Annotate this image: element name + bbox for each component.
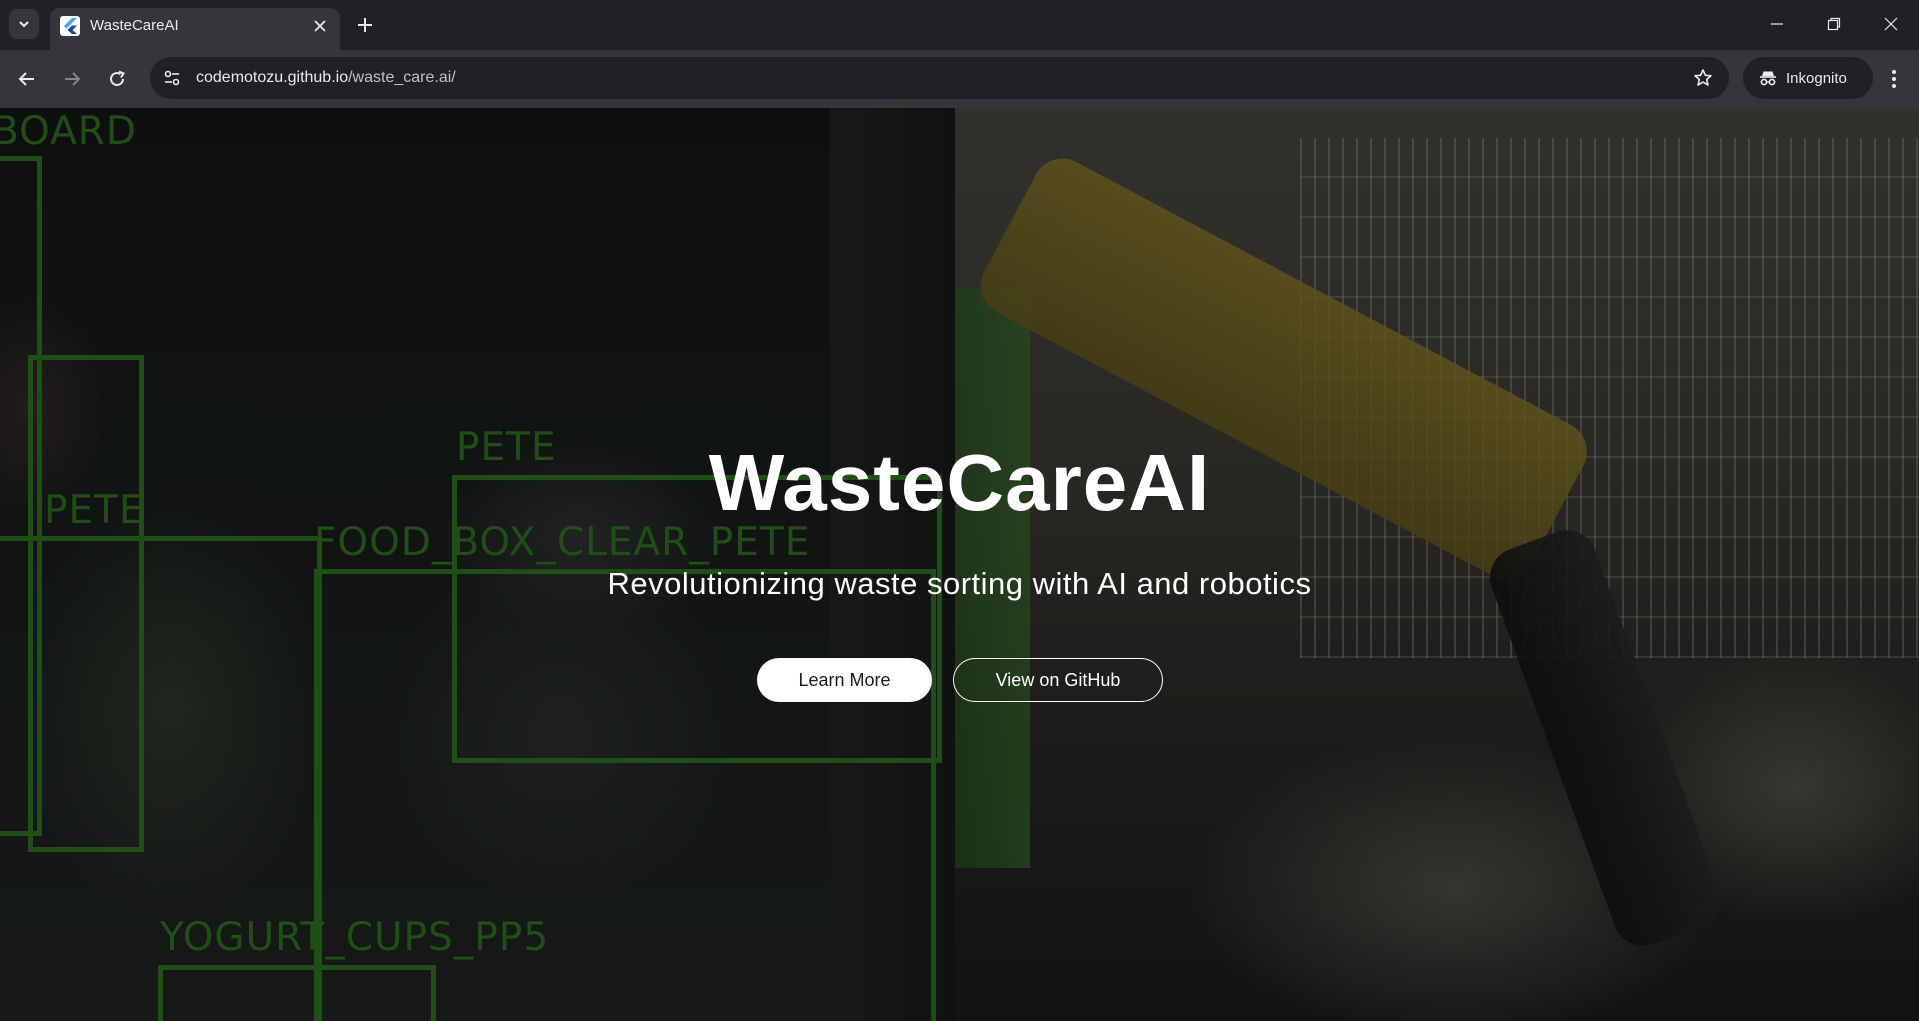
- incognito-icon: [1760, 71, 1776, 86]
- tune-icon: [164, 70, 180, 86]
- url-text: codemotozu.github.io/waste_care.ai/: [196, 68, 456, 88]
- address-bar[interactable]: codemotozu.github.io/waste_care.ai/: [150, 57, 1729, 99]
- star-icon: [1694, 69, 1712, 86]
- close-icon: [314, 20, 326, 32]
- site-info-button[interactable]: [158, 64, 186, 92]
- restore-icon: [1827, 17, 1841, 31]
- learn-more-button[interactable]: Learn More: [757, 658, 932, 702]
- bookmark-button[interactable]: [1691, 66, 1715, 90]
- tab-strip: WasteCareAI: [0, 0, 1919, 50]
- url-host: codemotozu.github.io: [196, 69, 349, 86]
- chevron-down-icon: [19, 21, 29, 28]
- more-vertical-icon: [1892, 70, 1896, 88]
- browser-toolbar: codemotozu.github.io/waste_care.ai/ Inko…: [0, 50, 1919, 108]
- flutter-favicon-icon: [60, 16, 80, 36]
- forward-button[interactable]: [56, 63, 88, 95]
- restore-button[interactable]: [1809, 0, 1859, 48]
- browser-tab-active[interactable]: WasteCareAI: [50, 8, 340, 50]
- minimize-icon: [1771, 23, 1783, 25]
- browser-menu-button[interactable]: [1878, 63, 1910, 95]
- incognito-label: Inkognito: [1786, 69, 1847, 87]
- url-path: /waste_care.ai/: [348, 69, 456, 86]
- back-button[interactable]: [11, 63, 43, 95]
- close-icon: [1884, 17, 1898, 31]
- hero-subtitle: Revolutionizing waste sorting with AI an…: [607, 566, 1312, 601]
- arrow-left-icon: [18, 72, 34, 86]
- hero-content: WasteCareAI Revolutionizing waste sortin…: [0, 108, 1919, 1021]
- arrow-right-icon: [65, 72, 81, 86]
- reload-button[interactable]: [101, 63, 133, 95]
- view-on-github-button[interactable]: View on GitHub: [953, 658, 1163, 702]
- plus-icon: [358, 18, 372, 32]
- tab-title: WasteCareAI: [90, 17, 179, 34]
- incognito-indicator[interactable]: Inkognito: [1743, 57, 1873, 99]
- close-window-button[interactable]: [1866, 0, 1916, 48]
- close-tab-button[interactable]: [308, 14, 332, 38]
- hero-title: WasteCareAI: [708, 438, 1211, 527]
- minimize-button[interactable]: [1752, 0, 1802, 48]
- reload-icon: [110, 70, 125, 86]
- new-tab-button[interactable]: [350, 10, 380, 40]
- tab-search-button[interactable]: [9, 9, 39, 39]
- hero-section: BOARD PETE PETE FOOD_BOX_CLEAR_PETE YOGU…: [0, 108, 1919, 1021]
